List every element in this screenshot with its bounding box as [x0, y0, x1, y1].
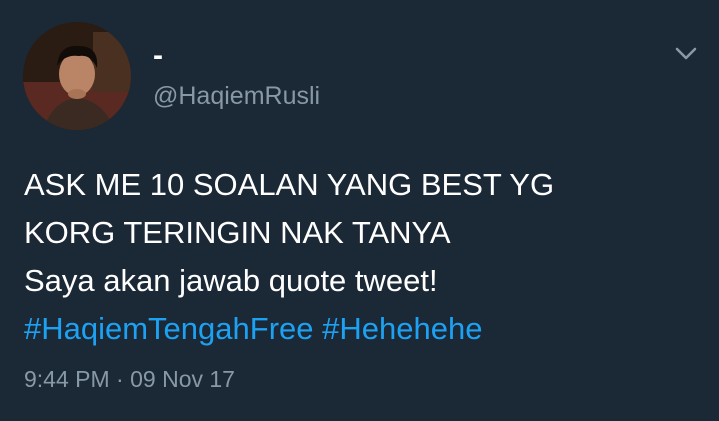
hashtag-link[interactable]: #HaqiemTengahFree	[24, 311, 314, 346]
tweet-timestamp[interactable]: 9:44 PM · 09 Nov 17	[24, 364, 235, 394]
display-name[interactable]: -	[153, 38, 163, 74]
tweet-line: ASK ME 10 SOALAN YANG BEST YG	[24, 167, 555, 202]
user-handle[interactable]: @HaqiemRusli	[153, 81, 320, 111]
tweet-date: 09 Nov 17	[130, 366, 235, 392]
tweet-card: - @HaqiemRusli ASK ME 10 SOALAN YANG BES…	[0, 0, 719, 421]
timestamp-separator: ·	[116, 366, 124, 392]
tweet-line: KORG TERINGIN NAK TANYA	[24, 215, 451, 250]
hashtag-line: #HaqiemTengahFree #Hehehehe	[24, 305, 704, 353]
avatar[interactable]	[23, 22, 131, 130]
tweet-line: Saya akan jawab quote tweet!	[24, 263, 438, 298]
chevron-down-icon[interactable]	[671, 38, 701, 68]
tweet-time: 9:44 PM	[24, 366, 110, 392]
hashtag-link[interactable]: #Hehehehe	[322, 311, 482, 346]
tweet-text: ASK ME 10 SOALAN YANG BEST YG KORG TERIN…	[24, 161, 704, 353]
avatar-photo	[23, 22, 131, 130]
